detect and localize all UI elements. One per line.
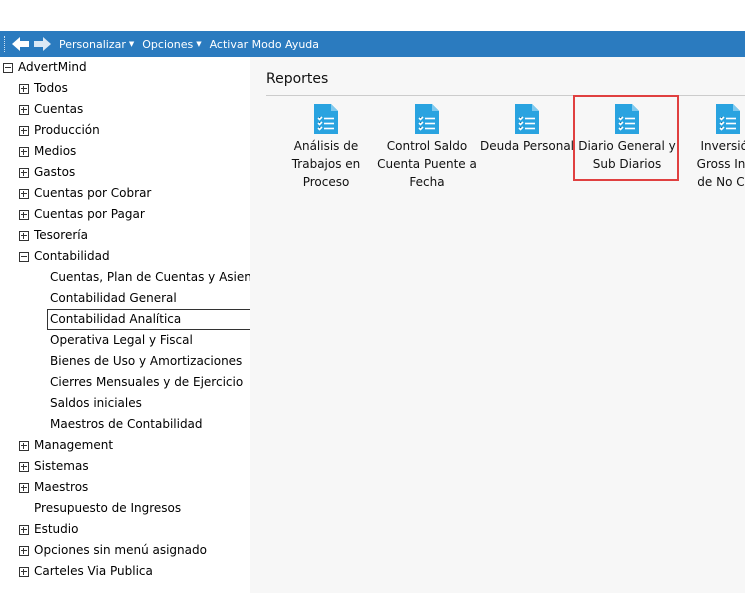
tree-subitem-label: Cuentas, Plan de Cuentas y Asientos — [50, 270, 250, 284]
menu-personalizar-label: Personalizar — [59, 37, 126, 51]
back-button[interactable] — [12, 37, 29, 51]
report-label-line: Cuenta Puente a — [377, 157, 477, 171]
tree-subitem-label: Maestros de Contabilidad — [50, 417, 203, 431]
menu-activar-modo-ayuda-label: Activar Modo Ayuda — [209, 37, 320, 51]
report-tile[interactable]: Inversión Gross Inco de No Clie — [678, 103, 745, 191]
tree-item-label: Todos — [34, 81, 68, 95]
report-label-line: Fecha — [409, 175, 445, 189]
expand-icon[interactable] — [19, 546, 29, 556]
menu-opciones-label: Opciones — [142, 37, 194, 51]
expand-icon[interactable] — [19, 189, 29, 199]
report-label-line: Control Saldo — [386, 139, 468, 153]
tree-item-label: Estudio — [34, 522, 79, 536]
report-label-line: Gross Inco — [696, 157, 745, 171]
tree-subitem-label: Operativa Legal y Fiscal — [50, 333, 193, 347]
tree-item-label: Sistemas — [34, 459, 89, 473]
reports-panel: Reportes Análisis de Trabajos en Proceso — [250, 57, 745, 593]
expand-icon[interactable] — [19, 525, 29, 535]
forward-arrow-icon — [34, 37, 51, 51]
report-label-line: Inversión — [700, 139, 745, 153]
tree-item-label: Carteles Via Publica — [34, 564, 153, 578]
report-label-line: de No Clie — [697, 175, 745, 189]
top-toolbar: Personalizar ▼ Opciones ▼ Activar Modo A… — [0, 31, 745, 57]
menu-activar-modo-ayuda[interactable]: Activar Modo Ayuda — [210, 38, 319, 51]
tree-item-label: Maestros — [34, 480, 89, 494]
collapse-icon[interactable] — [3, 63, 13, 73]
menu-opciones[interactable]: Opciones ▼ — [142, 38, 201, 51]
highlight-box — [573, 95, 679, 181]
expand-icon[interactable] — [19, 462, 29, 472]
tree-item-label: Medios — [34, 144, 77, 158]
report-document-icon — [314, 104, 338, 134]
report-document-icon — [716, 104, 740, 134]
expand-icon[interactable] — [19, 105, 29, 115]
collapse-icon[interactable] — [19, 252, 29, 262]
report-tile[interactable]: Análisis de Trabajos en Proceso — [276, 103, 376, 191]
report-tile[interactable]: Deuda Personal — [478, 103, 576, 155]
expand-icon[interactable] — [19, 441, 29, 451]
tree-item-label: Presupuesto de Ingresos — [34, 501, 182, 515]
tree-subitem-label: Contabilidad Analítica — [50, 312, 182, 326]
chevron-down-icon: ▼ — [128, 40, 135, 48]
section-title: Reportes — [266, 71, 329, 87]
tree-item-label: Gastos — [34, 165, 76, 179]
report-label-line: Deuda Personal — [479, 139, 575, 153]
tree-subitem-label: Cierres Mensuales y de Ejercicio — [50, 375, 244, 389]
tree-item-label: Opciones sin menú asignado — [34, 543, 207, 557]
report-label-line: Trabajos en — [291, 157, 361, 171]
expand-icon[interactable] — [19, 231, 29, 241]
expand-icon[interactable] — [19, 126, 29, 136]
tree-root-label: AdvertMind — [18, 60, 87, 74]
tree-item-label: Cuentas — [34, 102, 84, 116]
toolbar-grip[interactable] — [4, 36, 7, 52]
report-document-icon — [515, 104, 539, 134]
forward-button[interactable] — [34, 37, 51, 51]
expand-icon[interactable] — [19, 168, 29, 178]
chevron-down-icon: ▼ — [196, 40, 202, 48]
tree-item-label: Contabilidad — [34, 249, 110, 263]
tree-item-label: Management — [34, 438, 114, 452]
expand-icon[interactable] — [19, 567, 29, 577]
tree-subitem-label: Bienes de Uso y Amortizaciones — [50, 354, 243, 368]
expand-icon[interactable] — [19, 483, 29, 493]
report-document-icon — [415, 104, 439, 134]
expand-icon[interactable] — [19, 210, 29, 220]
menu-personalizar[interactable]: Personalizar ▼ — [59, 38, 134, 51]
back-arrow-icon — [12, 37, 29, 51]
report-tile[interactable]: Control Saldo Cuenta Puente a Fecha — [376, 103, 478, 191]
expand-icon[interactable] — [19, 84, 29, 94]
tree-item-label: Tesorería — [34, 228, 88, 242]
expand-icon[interactable] — [19, 147, 29, 157]
tree-subitem-label: Contabilidad General — [50, 291, 177, 305]
tree-item-label: Cuentas por Cobrar — [34, 186, 152, 200]
report-label-line: Análisis de — [293, 139, 359, 153]
navigation-tree: AdvertMind Todos Cuentas Producción Medi… — [0, 57, 250, 593]
report-label-line: Proceso — [302, 175, 350, 189]
tree-item-label: Cuentas por Pagar — [34, 207, 145, 221]
tree-item-label: Producción — [34, 123, 100, 137]
tree-subitem-label: Saldos iniciales — [50, 396, 142, 410]
